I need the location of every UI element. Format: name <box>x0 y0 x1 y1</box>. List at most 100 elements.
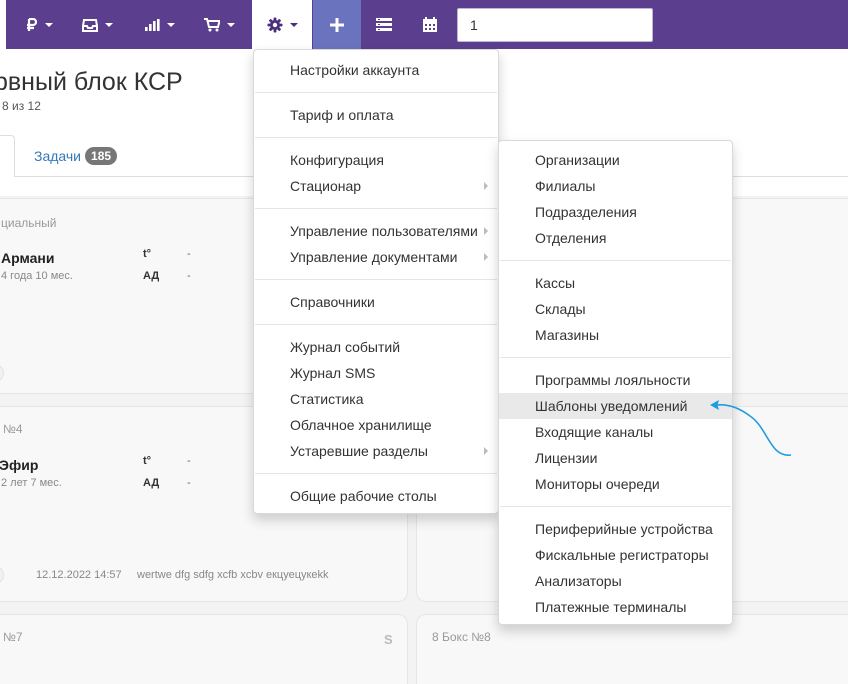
menu-item-user-management[interactable]: Управление пользователями <box>254 218 498 244</box>
menu-item-label: Управление документами <box>290 249 458 265</box>
menu-item-statistics[interactable]: Статистика <box>254 386 498 412</box>
blood-pressure-label: АД <box>143 477 160 489</box>
menu-item-label: Статистика <box>290 391 364 407</box>
menu-item-label: Отделения <box>535 230 607 246</box>
menu-item-label: Настройки аккаунта <box>290 62 420 78</box>
submenu-item-incoming-channels[interactable]: Входящие каналы <box>499 419 732 445</box>
menu-item-shared-desktops[interactable]: Общие рабочие столы <box>254 483 498 509</box>
temperature-label: t° <box>143 248 152 260</box>
chevron-right-icon <box>484 253 488 261</box>
submenu-item-branches[interactable]: Филиалы <box>499 173 732 199</box>
nav-currency-dropdown[interactable] <box>14 0 64 49</box>
menu-divider <box>500 260 731 261</box>
submenu-item-warehouses[interactable]: Склады <box>499 296 732 322</box>
blood-pressure-label: АД <box>143 270 160 282</box>
tab-tasks[interactable]: Задачи 185 <box>34 147 118 165</box>
menu-item-cloud-storage[interactable]: Облачное хранилище <box>254 412 498 438</box>
nav-stats-dropdown[interactable] <box>134 0 184 49</box>
navbar-edge <box>0 0 6 49</box>
calendar-icon <box>423 17 437 32</box>
submenu-item-analyzers[interactable]: Анализаторы <box>499 568 732 594</box>
nav-inbox-dropdown[interactable] <box>72 0 122 49</box>
configuration-submenu: Организации Филиалы Подразделения Отделе… <box>498 140 733 625</box>
page-subtitle: 8 из 12 <box>2 99 41 113</box>
menu-item-label: Шаблоны уведомлений <box>535 398 688 414</box>
chevron-down-icon <box>104 22 113 27</box>
annotation-arrow-icon <box>710 400 792 456</box>
menu-item-label: Тариф и оплата <box>290 107 394 123</box>
gear-icon <box>267 17 283 33</box>
menu-item-label: Периферийные устройства <box>535 521 713 537</box>
menu-item-sms-log[interactable]: Журнал SMS <box>254 360 498 386</box>
submenu-item-loyalty-programs[interactable]: Программы лояльности <box>499 367 732 393</box>
submenu-item-cash-desks[interactable]: Кассы <box>499 270 732 296</box>
submenu-item-divisions[interactable]: Подразделения <box>499 199 732 225</box>
menu-item-label: Облачное хранилище <box>290 417 432 433</box>
tab-active[interactable] <box>0 135 15 177</box>
menu-item-label: Справочники <box>290 294 375 310</box>
menu-item-label: Организации <box>535 152 620 168</box>
blood-pressure-value: - <box>187 270 191 282</box>
tasks-count-badge: 185 <box>85 147 118 165</box>
temperature-value: - <box>187 455 191 467</box>
submenu-item-shops[interactable]: Магазины <box>499 322 732 348</box>
menu-divider <box>255 208 497 209</box>
nav-cart-dropdown[interactable] <box>194 0 244 49</box>
temperature-label: t° <box>143 455 152 467</box>
submenu-item-organizations[interactable]: Организации <box>499 147 732 173</box>
menu-item-event-log[interactable]: Журнал событий <box>254 334 498 360</box>
chevron-right-icon <box>484 182 488 190</box>
menu-item-document-management[interactable]: Управление документами <box>254 244 498 270</box>
menu-item-label: Журнал событий <box>290 339 401 355</box>
menu-item-legacy-sections[interactable]: Устаревшие разделы <box>254 438 498 464</box>
menu-item-label: Фискальные регистраторы <box>535 547 709 563</box>
menu-item-label: Анализаторы <box>535 573 622 589</box>
menu-item-label: Кассы <box>535 275 576 291</box>
menu-item-label: Программы лояльности <box>535 372 691 388</box>
menu-item-label: Подразделения <box>535 204 637 220</box>
patient-card[interactable]: №7 S <box>0 614 408 684</box>
menu-divider <box>255 473 497 474</box>
nav-settings-dropdown[interactable] <box>252 0 312 49</box>
menu-item-hospital[interactable]: Стационар <box>254 173 498 199</box>
chevron-down-icon <box>44 22 53 27</box>
menu-item-directories[interactable]: Справочники <box>254 289 498 315</box>
card-status-circle[interactable] <box>0 566 4 584</box>
search-input[interactable] <box>457 8 653 42</box>
patient-age: 4 года 10 мес. <box>1 270 73 282</box>
temperature-value: - <box>187 248 191 260</box>
chevron-down-icon <box>289 22 298 27</box>
submenu-item-payment-terminals[interactable]: Платежные терминалы <box>499 594 732 620</box>
menu-divider <box>255 92 497 93</box>
menu-item-label: Управление пользователями <box>290 223 478 239</box>
menu-item-label: Склады <box>535 301 586 317</box>
card-s-badge: S <box>384 632 393 647</box>
submenu-item-fiscal-registrars[interactable]: Фискальные регистраторы <box>499 542 732 568</box>
ruble-icon <box>26 17 38 32</box>
submenu-item-licenses[interactable]: Лицензии <box>499 445 732 471</box>
submenu-item-notification-templates[interactable]: Шаблоны уведомлений <box>499 393 732 419</box>
nav-list-button[interactable] <box>362 0 406 49</box>
menu-item-tariff[interactable]: Тариф и оплата <box>254 102 498 128</box>
inbox-icon <box>81 18 98 32</box>
chevron-down-icon <box>166 22 175 27</box>
patient-name: Армани <box>1 250 55 266</box>
tab-tasks-label: Задачи <box>34 148 82 164</box>
settings-menu: Настройки аккаунта Тариф и оплата Конфиг… <box>253 49 499 514</box>
submenu-item-peripheral-devices[interactable]: Периферийные устройства <box>499 516 732 542</box>
list-icon <box>376 18 392 31</box>
menu-divider <box>500 506 731 507</box>
menu-item-label: Платежные терминалы <box>535 599 687 615</box>
menu-item-label: Журнал SMS <box>290 365 376 381</box>
note-text: wertwe dfg sdfg xcfb xcbv екцуецукekk <box>137 569 329 581</box>
menu-item-configuration[interactable]: Конфигурация <box>254 147 498 173</box>
card-status-circle[interactable] <box>0 364 4 382</box>
submenu-item-departments[interactable]: Отделения <box>499 225 732 251</box>
menu-item-label: Мониторы очереди <box>535 476 660 492</box>
menu-item-label: Конфигурация <box>290 152 384 168</box>
submenu-item-queue-monitors[interactable]: Мониторы очереди <box>499 471 732 497</box>
nav-calendar-button[interactable] <box>408 0 452 49</box>
nav-add-button[interactable] <box>313 0 361 49</box>
chevron-down-icon <box>226 22 235 27</box>
menu-item-account-settings[interactable]: Настройки аккаунта <box>254 57 498 83</box>
